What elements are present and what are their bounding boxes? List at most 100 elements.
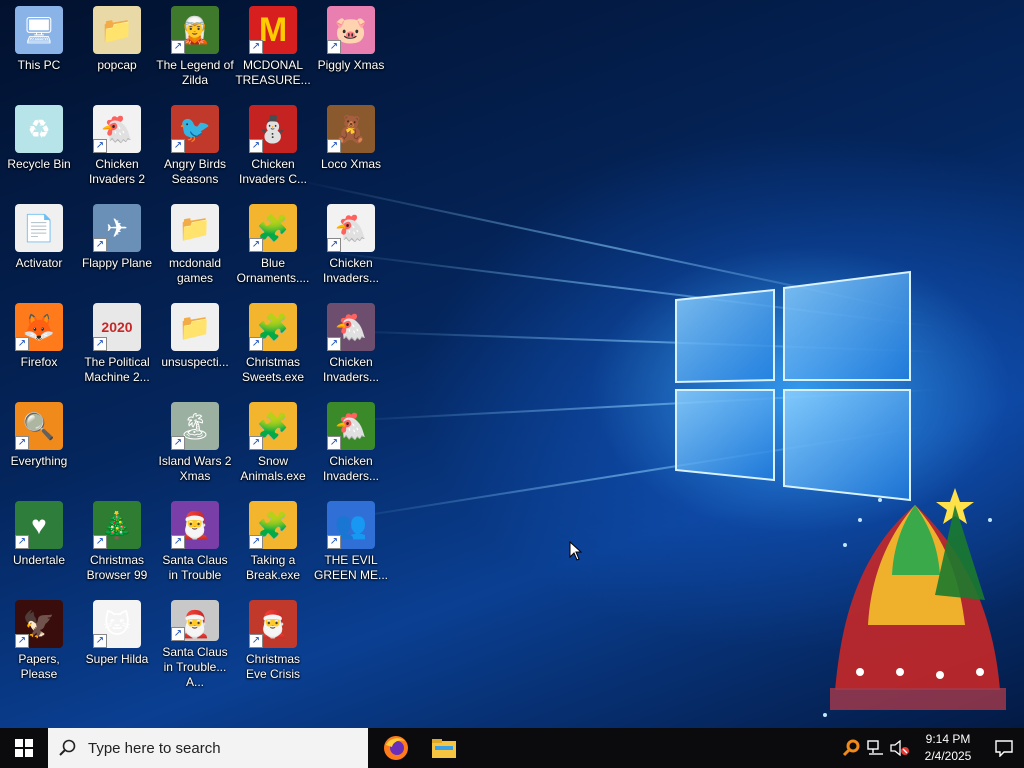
everything-search-icon	[843, 739, 860, 757]
desktop-icon[interactable]: 🐦 ↗ Angry Birds Seasons	[156, 99, 234, 195]
mcdonalds-icon: M ↗	[249, 6, 297, 54]
shortcut-arrow-icon: ↗	[249, 40, 263, 54]
desktop-icon-label: Firefox	[20, 355, 58, 369]
puzzle-icon: 🧩 ↗	[249, 204, 297, 252]
desktop-icon[interactable]: 🖥 This PC	[0, 0, 78, 96]
shortcut-arrow-icon: ↗	[249, 337, 263, 351]
shortcut-arrow-icon: ↗	[327, 337, 341, 351]
desktop-icon[interactable]: 🧸 ↗ Loco Xmas	[312, 99, 390, 195]
desktop-icon[interactable]: 🎅 ↗ Santa Claus in Trouble	[156, 495, 234, 591]
political-icon: 2020 ↗	[93, 303, 141, 351]
taskbar-search-box[interactable]: Type here to search	[48, 728, 368, 768]
desktop-icon[interactable]: 🐔 ↗ Chicken Invaders...	[312, 198, 390, 294]
desktop-icon-label: MCDONAL TREASURE...	[235, 58, 311, 87]
tray-network-button[interactable]	[864, 728, 888, 768]
desktop-icon[interactable]: 🎅 ↗ Santa Claus in Trouble... A...	[156, 594, 234, 690]
desktop-icon[interactable]: ♻ Recycle Bin	[0, 99, 78, 195]
shortcut-arrow-icon: ↗	[327, 535, 341, 549]
desktop-icon-label: This PC	[17, 58, 61, 72]
desktop-icon[interactable]: 👥 ↗ THE EVIL GREEN ME...	[312, 495, 390, 591]
desktop[interactable]: 🖥 This PC 📁 popcap 🧝 ↗ The Legend of Zilda M ↗ MC…	[0, 0, 1024, 728]
tray-everything-button[interactable]	[840, 728, 864, 768]
network-icon	[867, 740, 883, 755]
taskbar: Type here to search 9:14 PM 2/4/2025	[0, 728, 1024, 768]
system-tray: 9:14 PM 2/4/2025	[840, 728, 1024, 768]
desktop-icon[interactable]: 🎅 ↗ Christmas Eve Crisis	[234, 594, 312, 690]
desktop-icon[interactable]: 2020 ↗ The Political Machine 2...	[78, 297, 156, 393]
desktop-icon-label: Blue Ornaments....	[236, 256, 310, 285]
icon-glyph: 📁	[178, 212, 212, 243]
desktop-icon-label: Christmas Eve Crisis	[245, 652, 300, 681]
firefox-icon: 🦊 ↗	[15, 303, 63, 351]
desktop-icon-label: THE EVIL GREEN ME...	[313, 553, 388, 582]
chicken-icon: 🐔 ↗	[93, 105, 141, 153]
desktop-icon[interactable]: 📁 popcap	[78, 0, 156, 96]
desktop-icon-label: Chicken Invaders...	[322, 355, 380, 384]
desktop-icon[interactable]: 🐱 ↗ Super Hilda	[78, 594, 156, 690]
icon-glyph: 📄	[22, 212, 56, 243]
angry-bird-icon: 🐦 ↗	[171, 105, 219, 153]
chicken-icon: 🐔 ↗	[327, 204, 375, 252]
taskbar-clock[interactable]: 9:14 PM 2/4/2025	[912, 731, 984, 765]
volume-muted-icon	[890, 740, 909, 756]
santa-icon: 🎅 ↗	[171, 501, 219, 549]
desktop-icon[interactable]: 🧩 ↗ Christmas Sweets.exe	[234, 297, 312, 393]
undertale-icon: ♥ ↗	[15, 501, 63, 549]
island-icon: 🏝 ↗	[171, 402, 219, 450]
desktop-icon[interactable]: 🐔 ↗ Chicken Invaders...	[312, 396, 390, 492]
desktop-icon[interactable]: 🧝 ↗ The Legend of Zilda	[156, 0, 234, 96]
desktop-icon-label: Chicken Invaders C...	[238, 157, 308, 186]
desktop-icon[interactable]: 📄 Activator	[0, 198, 78, 294]
desktop-icon[interactable]: 📁 unsuspecti...	[156, 297, 234, 393]
desktop-icon[interactable]: 🧩 ↗ Taking a Break.exe	[234, 495, 312, 591]
desktop-icon[interactable]: 🦅 ↗ Papers, Please	[0, 594, 78, 690]
desktop-icon[interactable]: 🔍 ↗ Everything	[0, 396, 78, 492]
icon-glyph: 📁	[100, 14, 134, 45]
shortcut-arrow-icon: ↗	[93, 337, 107, 351]
start-button[interactable]	[0, 728, 48, 768]
shortcut-arrow-icon: ↗	[93, 238, 107, 252]
desktop-icon[interactable]: ⛄ ↗ Chicken Invaders C...	[234, 99, 312, 195]
recycle-bin-icon: ♻	[15, 105, 63, 153]
desktop-icon[interactable]: 🦊 ↗ Firefox	[0, 297, 78, 393]
santa-icon: 🎅 ↗	[171, 600, 219, 641]
desktop-icon[interactable]: 🎄 ↗ Christmas Browser 99	[78, 495, 156, 591]
notification-icon	[995, 740, 1013, 757]
taskbar-firefox-button[interactable]	[372, 728, 420, 768]
desktop-icon[interactable]: M ↗ MCDONAL TREASURE...	[234, 0, 312, 96]
desktop-icon[interactable]: 🧩 ↗ Snow Animals.exe	[234, 396, 312, 492]
shortcut-arrow-icon: ↗	[327, 238, 341, 252]
shortcut-arrow-icon: ↗	[327, 436, 341, 450]
icon-glyph: 🖥	[22, 14, 56, 45]
chicken-icon: 🐔 ↗	[327, 303, 375, 351]
desktop-icon-label: The Political Machine 2...	[84, 355, 150, 384]
desktop-icon[interactable]: ✈ ↗ Flappy Plane	[78, 198, 156, 294]
desktop-icon[interactable]: 🐔 ↗ Chicken Invaders 2	[78, 99, 156, 195]
mouse-cursor-icon	[569, 541, 583, 561]
puzzle-icon: 🧩 ↗	[249, 402, 297, 450]
taskbar-file-explorer-button[interactable]	[420, 728, 468, 768]
action-center-button[interactable]	[984, 728, 1024, 768]
desktop-icon[interactable]: 🐷 ↗ Piggly Xmas	[312, 0, 390, 96]
shortcut-arrow-icon: ↗	[15, 337, 29, 351]
desktop-icon[interactable]: 🐔 ↗ Chicken Invaders...	[312, 297, 390, 393]
shortcut-arrow-icon: ↗	[15, 535, 29, 549]
icon-glyph: ♻	[27, 113, 51, 144]
shortcut-arrow-icon: ↗	[15, 436, 29, 450]
desktop-icon-label: Christmas Browser 99	[86, 553, 148, 582]
messenger-icon: 👥 ↗	[327, 501, 375, 549]
tray-volume-button[interactable]	[888, 728, 912, 768]
pig-icon: 🐷 ↗	[327, 6, 375, 54]
shortcut-arrow-icon: ↗	[171, 436, 185, 450]
desktop-icon[interactable]: ♥ ↗ Undertale	[0, 495, 78, 591]
desktop-icon-label: Super Hilda	[85, 652, 149, 666]
file-icon: 📄	[15, 204, 63, 252]
folder-icon: 📁	[171, 204, 219, 252]
computer-icon: 🖥	[15, 6, 63, 54]
desktop-icon-label: Santa Claus in Trouble	[162, 553, 228, 582]
desktop-icon[interactable]: 🏝 ↗ Island Wars 2 Xmas	[156, 396, 234, 492]
desktop-icon[interactable]: 📁 mcdonald games	[156, 198, 234, 294]
desktop-icon-label: Angry Birds Seasons	[163, 157, 227, 186]
desktop-icon-label: Chicken Invaders...	[322, 256, 380, 285]
desktop-icon[interactable]: 🧩 ↗ Blue Ornaments....	[234, 198, 312, 294]
